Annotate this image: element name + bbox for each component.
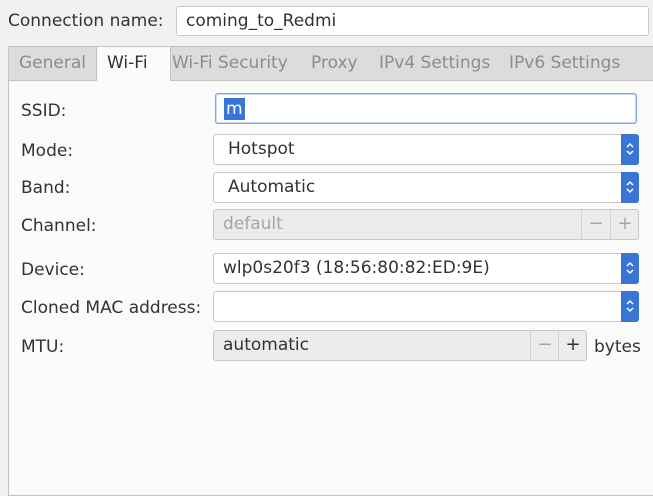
mtu-label: MTU:: [21, 337, 65, 357]
chevron-up-down-icon: [621, 134, 639, 165]
tab-bar: General Wi-Fi Wi-Fi Security Proxy IPv4 …: [9, 47, 653, 81]
device-combo[interactable]: wlp0s20f3 (18:56:80:82:ED:9E): [213, 253, 639, 284]
ssid-input[interactable]: m: [215, 93, 637, 124]
mode-combo[interactable]: Hotspot: [213, 134, 639, 165]
band-label: Band:: [21, 178, 71, 198]
tab-proxy[interactable]: Proxy: [301, 47, 367, 80]
connection-name-label: Connection name:: [8, 11, 164, 31]
mtu-decrement-button[interactable]: −: [530, 331, 559, 360]
cloned-mac-label: Cloned MAC address:: [21, 298, 202, 318]
mtu-unit-label: bytes: [594, 337, 641, 357]
ssid-value: m: [224, 98, 245, 120]
tab-ipv6-settings[interactable]: IPv6 Settings: [499, 47, 629, 80]
chevron-up-down-icon: [621, 291, 639, 322]
tab-general[interactable]: General: [9, 47, 97, 80]
ssid-label: SSID:: [21, 101, 67, 121]
mtu-increment-button[interactable]: +: [558, 331, 587, 360]
chevron-up-down-icon: [621, 253, 639, 284]
mtu-value: automatic: [223, 335, 309, 355]
tab-wifi[interactable]: Wi-Fi: [96, 47, 171, 81]
mode-value: Hotspot: [228, 139, 295, 159]
channel-value: default: [223, 214, 283, 234]
band-combo[interactable]: Automatic: [213, 172, 639, 203]
channel-label: Channel:: [21, 216, 97, 236]
chevron-up-down-icon: [621, 172, 639, 203]
mtu-spinbutton[interactable]: automatic − +: [213, 330, 587, 361]
cloned-mac-combo[interactable]: [213, 291, 639, 322]
connection-name-input[interactable]: coming_to_Redmi: [176, 6, 649, 36]
tab-ipv4-settings[interactable]: IPv4 Settings: [369, 47, 497, 80]
device-value: wlp0s20f3 (18:56:80:82:ED:9E): [223, 258, 490, 278]
tab-wifi-security[interactable]: Wi-Fi Security: [162, 47, 304, 80]
channel-increment-button[interactable]: +: [610, 210, 639, 239]
band-value: Automatic: [228, 177, 316, 197]
channel-spinbutton[interactable]: default − +: [213, 209, 639, 240]
mode-label: Mode:: [21, 141, 74, 161]
channel-decrement-button[interactable]: −: [581, 210, 610, 239]
device-label: Device:: [21, 260, 85, 280]
